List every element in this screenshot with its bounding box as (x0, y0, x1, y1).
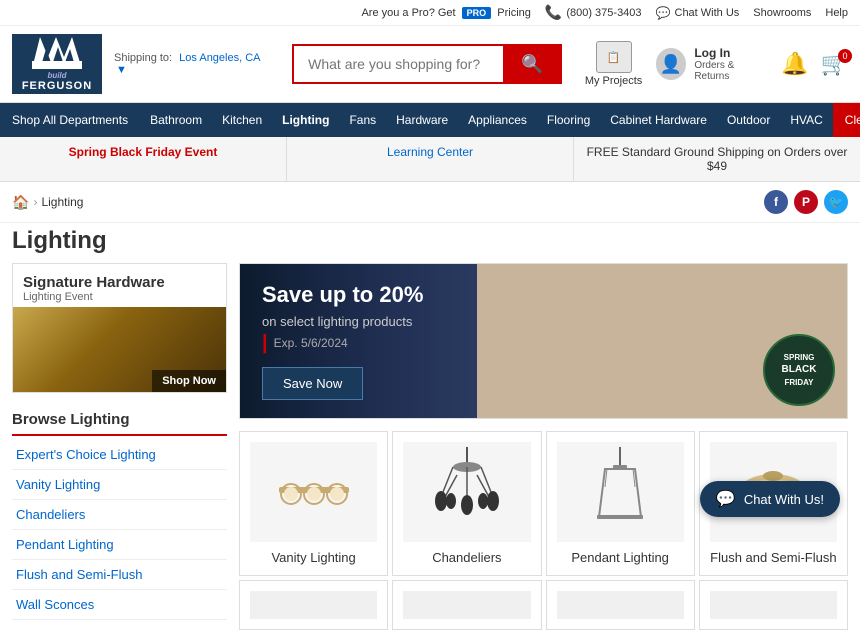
promo-sub: on select lighting products (262, 314, 455, 329)
vanity-label: Vanity Lighting (271, 550, 355, 565)
cart-button[interactable]: 🛒 0 (821, 51, 848, 77)
phone-number[interactable]: 📞 (800) 375-3403 (545, 4, 642, 21)
page-title: Lighting (12, 227, 848, 255)
user-menu[interactable]: 👤 Log In Orders & Returns (656, 46, 770, 82)
sidebar-promo-sub: Lighting Event (23, 291, 216, 303)
spring-black-friday-badge: SPRING BLACK FRIDAY (763, 334, 835, 406)
flush-label: Flush and Semi-Flush (710, 550, 836, 565)
sidebar-promo-title: Signature Hardware (23, 274, 216, 291)
pro-text: Are you a Pro? Get PRO Pricing (361, 7, 530, 19)
cart-count: 0 (838, 49, 852, 63)
product-card-r2-2[interactable] (392, 580, 541, 630)
sidebar-promo[interactable]: Signature Hardware Lighting Event Shop N… (12, 263, 227, 393)
sidebar-item-flush[interactable]: Flush and Semi-Flush (12, 560, 227, 590)
nav-hvac[interactable]: HVAC (780, 103, 832, 137)
save-now-button[interactable]: Save Now (262, 367, 363, 400)
nav-kitchen[interactable]: Kitchen (212, 103, 272, 137)
banner-spring[interactable]: Spring Black Friday Event (0, 137, 287, 181)
breadcrumb-home[interactable]: 🏠 (12, 194, 29, 211)
my-projects-icon: 📋 (596, 41, 632, 73)
chat-widget[interactable]: 💬 Chat With Us! (700, 481, 840, 517)
nav-clearance[interactable]: Clearance (833, 103, 860, 137)
nav-bathroom[interactable]: Bathroom (140, 103, 212, 137)
orders-returns-label[interactable]: Orders & Returns (694, 60, 769, 82)
showrooms-link[interactable]: Showrooms (753, 7, 811, 19)
facebook-icon[interactable]: f (764, 190, 788, 214)
pinterest-icon[interactable]: P (794, 190, 818, 214)
nav-hardware[interactable]: Hardware (386, 103, 458, 137)
chandeliers-label: Chandeliers (432, 550, 501, 565)
product-card-vanity[interactable]: Vanity Lighting (239, 431, 388, 576)
browse-lighting-title: Browse Lighting (12, 403, 227, 436)
sidebar-item-vanity[interactable]: Vanity Lighting (12, 470, 227, 500)
banner-bar: Spring Black Friday Event Learning Cente… (0, 137, 860, 182)
product-card-pendant[interactable]: Pendant Lighting (546, 431, 695, 576)
breadcrumb-current: Lighting (41, 195, 83, 209)
sidebar-item-pendant[interactable]: Pendant Lighting (12, 530, 227, 560)
chat-widget-icon: 💬 (716, 489, 736, 509)
product-grid-row2 (239, 580, 848, 630)
vanity-image (250, 442, 377, 542)
content-area: Save up to 20% on select lighting produc… (239, 263, 848, 630)
nav-lighting[interactable]: Lighting (272, 103, 339, 137)
product-card-r2-4[interactable] (699, 580, 848, 630)
sidebar-item-wall-sconces[interactable]: Wall Sconces (12, 590, 227, 620)
social-share: f P 🐦 (764, 190, 848, 214)
logo[interactable]: build FERGUSON (12, 34, 102, 94)
search-button[interactable]: 🔍 (503, 44, 561, 84)
nav-shop-all[interactable]: Shop All Departments (0, 103, 140, 137)
chandelier-image (403, 442, 530, 542)
promo-exp: | Exp. 5/6/2024 (262, 333, 455, 353)
notifications-button[interactable]: 🔔 (781, 51, 808, 77)
pendant-label: Pendant Lighting (571, 550, 669, 565)
pro-badge[interactable]: PRO (462, 7, 492, 19)
nav-flooring[interactable]: Flooring (537, 103, 600, 137)
chat-widget-label: Chat With Us! (744, 492, 824, 507)
promo-title: Save up to 20% (262, 282, 455, 308)
nav-cabinet[interactable]: Cabinet Hardware (600, 103, 717, 137)
promo-banner: Save up to 20% on select lighting produc… (239, 263, 848, 419)
logo-name: FERGUSON (22, 80, 92, 92)
product-card-r2-3[interactable] (546, 580, 695, 630)
product-card-r2-1[interactable] (239, 580, 388, 630)
twitter-icon[interactable]: 🐦 (824, 190, 848, 214)
nav-appliances[interactable]: Appliances (458, 103, 537, 137)
sidebar: Signature Hardware Lighting Event Shop N… (12, 263, 227, 630)
logo-build: build (47, 71, 66, 80)
main-nav: Shop All Departments Bathroom Kitchen Li… (0, 103, 860, 137)
nav-fans[interactable]: Fans (339, 103, 386, 137)
sidebar-item-experts-choice[interactable]: Expert's Choice Lighting (12, 440, 227, 470)
banner-shipping[interactable]: FREE Standard Ground Shipping on Orders … (574, 137, 860, 181)
login-label[interactable]: Log In (694, 46, 769, 60)
breadcrumb-sep: › (33, 195, 37, 209)
chat-link[interactable]: 💬 Chat With Us (656, 6, 740, 20)
nav-outdoor[interactable]: Outdoor (717, 103, 780, 137)
user-avatar: 👤 (656, 48, 687, 80)
pendant-image (557, 442, 684, 542)
sidebar-item-chandeliers[interactable]: Chandeliers (12, 500, 227, 530)
search-input[interactable] (292, 44, 503, 84)
my-projects-label[interactable]: My Projects (585, 75, 642, 87)
shipping-city-link[interactable]: Los Angeles, CA (179, 52, 260, 64)
shipping-label: Shipping to: Los Angeles, CA ▼ (114, 52, 270, 76)
shop-now-overlay[interactable]: Shop Now (152, 370, 226, 392)
banner-learning[interactable]: Learning Center (287, 137, 574, 181)
product-card-chandeliers[interactable]: Chandeliers (392, 431, 541, 576)
breadcrumb: 🏠 › Lighting (12, 194, 764, 211)
help-link[interactable]: Help (825, 7, 848, 19)
